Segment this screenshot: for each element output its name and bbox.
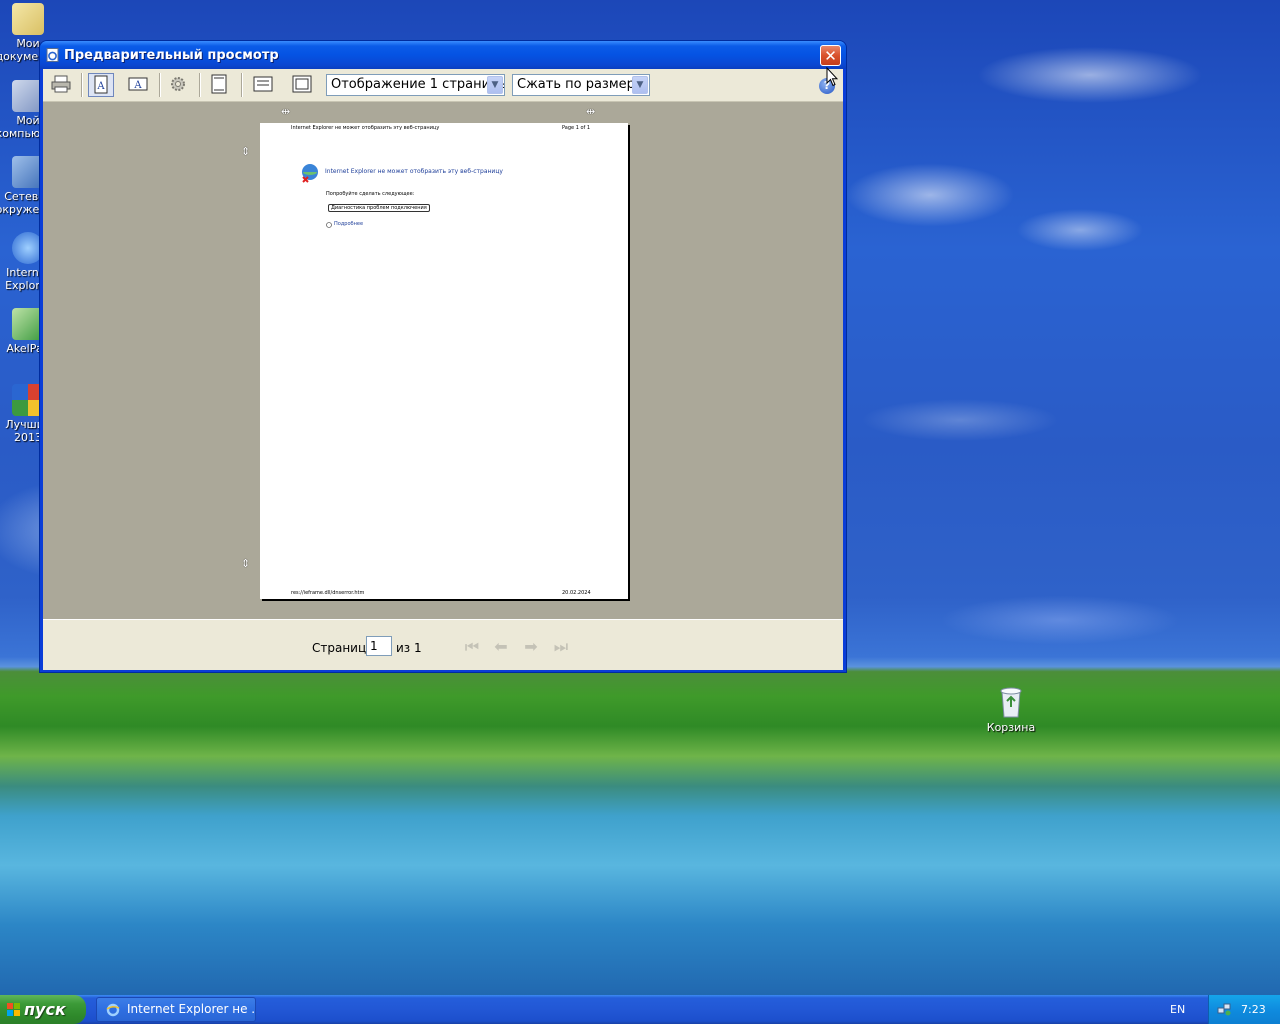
page-number-input[interactable]: 1 <box>366 636 392 656</box>
start-button[interactable]: пуск <box>0 995 86 1024</box>
arrow-left-icon: ⬅ <box>494 637 508 656</box>
close-icon: ✕ <box>824 47 837 65</box>
mouse-cursor-icon <box>826 67 838 87</box>
clock[interactable]: 7:23 <box>1241 1003 1266 1016</box>
view-pages-value: Отображение 1 страницы <box>331 77 505 92</box>
top-margin-handle[interactable]: ⇕ <box>241 145 250 158</box>
desktop-icon-recycle-bin[interactable]: Корзина <box>973 685 1049 734</box>
print-button[interactable] <box>49 73 75 97</box>
toolbar-separator <box>241 73 243 97</box>
view-pages-select[interactable]: Отображение 1 страницы ▼ <box>326 74 505 96</box>
print-preview-window: Предварительный просмотр ✕ A A Отображен… <box>40 41 846 672</box>
svg-text:A: A <box>133 80 142 91</box>
arrow-right-icon: ➡ <box>524 637 538 656</box>
headers-footers-button[interactable] <box>207 73 233 97</box>
full-page-icon <box>292 75 312 93</box>
internet-explorer-icon <box>106 1003 120 1017</box>
portrait-button[interactable]: A <box>88 73 114 97</box>
portrait-icon: A <box>94 75 108 94</box>
windows-flag-icon <box>7 1003 20 1016</box>
page-more-info: Подробнее <box>334 221 364 227</box>
last-page-icon: ⏭ <box>553 637 569 656</box>
taskbar-item-internet-explorer[interactable]: Internet Explorer не ... <box>96 997 256 1022</box>
svg-text:A: A <box>96 81 105 92</box>
close-button[interactable]: ✕ <box>820 45 841 66</box>
toolbar-separator <box>199 73 201 97</box>
page-navigation: Страница 1 из 1 ⏮ ⬅ ➡ ⏭ <box>43 619 843 670</box>
system-tray: 7:23 <box>1208 995 1280 1024</box>
page-error-heading: Internet Explorer не может отобразить эт… <box>325 168 503 175</box>
page-count-label: из 1 <box>396 641 422 655</box>
full-page-button[interactable] <box>290 73 316 97</box>
window-client: A A Отображение 1 страницы ▼ Сжать по ра… <box>43 69 843 670</box>
page-header-number: Page 1 of 1 <box>562 125 591 131</box>
recycle-bin-label: Корзина <box>986 721 1036 734</box>
chevron-down-icon: ▼ <box>487 76 503 94</box>
landscape-icon: A <box>128 77 148 91</box>
window-title: Предварительный просмотр <box>64 48 279 63</box>
page-try-text: Попробуйте сделать следующее: <box>326 191 415 197</box>
ie-error-icon <box>302 164 318 183</box>
printer-icon <box>51 75 71 93</box>
network-tray-icon[interactable] <box>1217 1002 1231 1016</box>
zoom-select[interactable]: Сжать по размеру ▼ <box>512 74 650 96</box>
last-page-button[interactable]: ⏭ <box>550 637 572 657</box>
bottom-margin-handle[interactable]: ⇕ <box>241 557 250 570</box>
page-footer-url: res://ieframe.dll/dnserror.htm <box>291 590 365 596</box>
preview-area: ⇹ ⇹ ⇕ ⇕ Internet Explorer не может отобр… <box>43 102 843 619</box>
chevron-down-icon: ▼ <box>632 76 648 94</box>
page-setup-button[interactable] <box>166 73 192 97</box>
recycle-bin-icon <box>1000 687 1022 718</box>
page-diagnose-button: Диагностика проблем подключения <box>328 204 430 212</box>
preview-page: Internet Explorer не может отобразить эт… <box>260 123 628 599</box>
start-label: пуск <box>24 1000 66 1019</box>
expand-icon <box>326 222 332 228</box>
zoom-value: Сжать по размеру <box>517 77 643 92</box>
page-footer-date: 20.02.2024 <box>562 590 591 596</box>
title-bar[interactable]: Предварительный просмотр ✕ <box>40 41 846 69</box>
header-footer-icon <box>211 74 227 94</box>
full-width-button[interactable] <box>251 73 277 97</box>
previous-page-button[interactable]: ⬅ <box>490 637 512 657</box>
left-margin-handle[interactable]: ⇹ <box>281 105 290 118</box>
gear-icon <box>171 77 185 91</box>
toolbar: A A Отображение 1 страницы ▼ Сжать по ра… <box>43 69 843 102</box>
ie-document-icon <box>46 48 59 62</box>
toolbar-separator <box>159 73 161 97</box>
page-width-icon <box>253 76 273 92</box>
toolbar-separator <box>81 73 83 97</box>
taskbar-item-label: Internet Explorer не ... <box>127 1002 256 1016</box>
language-indicator[interactable]: EN <box>1170 1003 1185 1016</box>
taskbar: пуск Internet Explorer не ... EN 7:23 <box>0 995 1280 1024</box>
next-page-button[interactable]: ➡ <box>520 637 542 657</box>
folder-documents-icon <box>12 3 44 35</box>
right-margin-handle[interactable]: ⇹ <box>586 105 595 118</box>
first-page-button[interactable]: ⏮ <box>461 637 483 657</box>
page-label: Страница <box>312 641 374 655</box>
first-page-icon: ⏮ <box>464 637 480 656</box>
landscape-button[interactable]: A <box>126 73 152 97</box>
page-header-title: Internet Explorer не может отобразить эт… <box>291 125 440 131</box>
